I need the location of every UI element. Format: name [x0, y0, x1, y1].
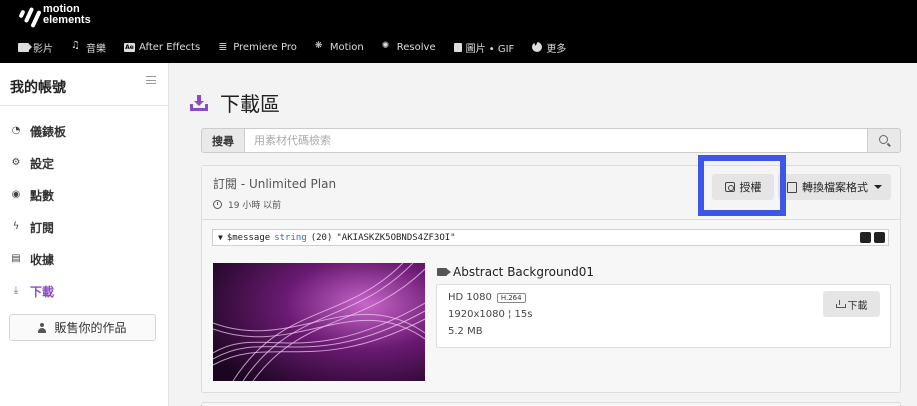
nav-item-premiere-pro[interactable]: Premiere Pro [218, 40, 297, 53]
points-icon: ◉ [11, 189, 21, 200]
search-icon [879, 135, 888, 144]
sidebar-item-points[interactable]: ◉ 點數 [0, 179, 168, 211]
sidebar-item-dashboard[interactable]: ◔ 儀錶板 [0, 115, 168, 147]
nav-item-video[interactable]: 影片 [18, 40, 53, 55]
abstract-thumbnail-image [213, 263, 425, 381]
sidebar-item-subscription[interactable]: ϟ 訂閱 [0, 211, 168, 243]
nav-item-more[interactable]: 更多 [532, 39, 566, 55]
copy-icon[interactable] [860, 232, 871, 243]
nav-item-motion[interactable]: Motion [315, 41, 364, 53]
menu-toggle-icon[interactable] [146, 76, 156, 84]
dimensions-duration: 1920x1080 ¦ 15s [448, 309, 533, 320]
next-download-card [201, 402, 901, 406]
motion-elements-logo[interactable]: motion elements [18, 4, 98, 30]
image-icon [453, 42, 462, 52]
caret-down-icon [874, 185, 882, 189]
premiere-pro-icon [218, 40, 229, 53]
sidebar-item-receipts[interactable]: ▤ 收據 [0, 243, 168, 275]
logo-mark-icon [18, 6, 44, 29]
subscription-icon: ϟ [12, 221, 20, 232]
download-icon [190, 94, 208, 111]
nav-item-music[interactable]: 音樂 [71, 40, 106, 55]
page-title: 下載區 [190, 88, 280, 117]
expand-icon[interactable] [874, 232, 885, 243]
download-card-header: 訂閱 - Unlimited Plan 19 小時 以前 授權 轉換檔案格式 [202, 155, 900, 220]
sidebar-item-settings[interactable]: ⚙ 設定 [0, 147, 168, 179]
search-input[interactable] [245, 128, 867, 153]
download-icon: ⤓ [13, 285, 19, 296]
download-time: 19 小時 以前 [213, 198, 281, 211]
logo-text: motion elements [43, 3, 91, 26]
receipt-icon: ▤ [11, 253, 21, 264]
debug-actions [857, 232, 885, 243]
motion-icon [315, 41, 326, 52]
clock-icon [213, 200, 222, 209]
resolve-icon [382, 41, 393, 52]
download-icon [835, 300, 846, 308]
highlight-box [698, 155, 786, 216]
after-effects-icon: Ae [124, 42, 135, 52]
user-icon [38, 322, 47, 333]
convert-format-dropdown[interactable]: 轉換檔案格式 [778, 174, 891, 200]
video-camera-icon [437, 268, 451, 276]
search-button[interactable] [867, 128, 901, 153]
search-bar: 搜尋 [201, 128, 901, 153]
video-icon [18, 42, 32, 52]
sidebar-menu: ◔ 儀錶板 ⚙ 設定 ◉ 點數 ϟ 訂閱 ▤ 收據 ⤓ 下載 [0, 115, 168, 307]
codec-badge: H.264 [496, 292, 526, 303]
music-icon [71, 40, 82, 52]
sidebar-title: 我的帳號 [10, 80, 66, 96]
account-sidebar: 我的帳號 ◔ 儀錶板 ⚙ 設定 ◉ 點數 ϟ 訂閱 ▤ 收據 ⤓ 下載 販售你的作品 [0, 63, 169, 406]
asset-file-box: HD 1080 H.264 1920x1080 ¦ 15s 5.2 MB 下載 [436, 284, 891, 348]
collapse-toggle-icon[interactable]: ▼ [218, 233, 223, 242]
gear-icon: ⚙ [11, 157, 21, 168]
asset-title[interactable]: Abstract Background01 [437, 265, 594, 279]
resolution-label: HD 1080 H.264 [448, 292, 526, 303]
sidebar-item-downloads[interactable]: ⤓ 下載 [0, 275, 168, 307]
asset-thumbnail[interactable] [213, 263, 425, 381]
top-header: motion elements 影片 音樂 AeAfter Effects Pr… [0, 0, 917, 63]
nav-item-after-effects[interactable]: Ae After Effects [124, 42, 200, 53]
convert-icon [787, 181, 797, 193]
download-button[interactable]: 下載 [823, 291, 880, 317]
category-nav: 影片 音樂 AeAfter Effects Premiere Pro Motio… [0, 38, 566, 56]
plan-title: 訂閱 - Unlimited Plan [213, 177, 337, 191]
nav-item-images-gif[interactable]: 圖片 • GIF [453, 40, 514, 55]
debug-output: ▼ $message string (20) "AKIASKZK5OBNDS4Z… [212, 229, 889, 246]
nav-item-resolve[interactable]: Resolve [382, 41, 436, 53]
download-card: 訂閱 - Unlimited Plan 19 小時 以前 授權 轉換檔案格式 ▼… [201, 155, 901, 393]
search-label: 搜尋 [201, 128, 245, 153]
file-size: 5.2 MB [448, 326, 483, 337]
dashboard-icon: ◔ [11, 125, 21, 136]
divider [0, 105, 168, 106]
more-icon [532, 39, 543, 52]
sell-your-work-button[interactable]: 販售你的作品 [9, 314, 156, 341]
